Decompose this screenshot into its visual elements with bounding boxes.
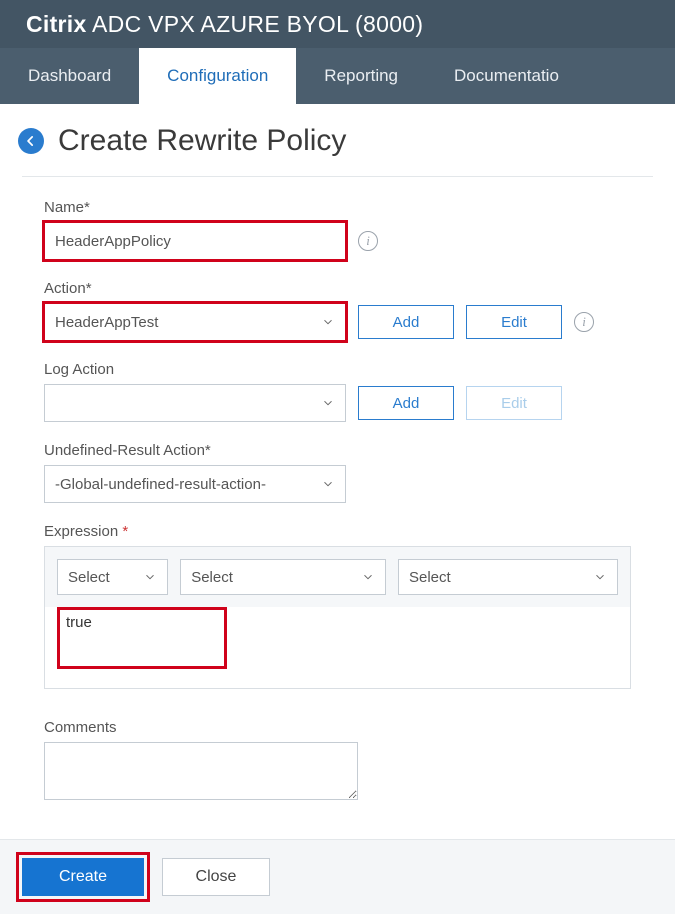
expression-label: Expression *: [44, 523, 631, 540]
log-action-add-button[interactable]: Add: [358, 386, 454, 420]
undef-select[interactable]: -Global-undefined-result-action-: [44, 465, 346, 503]
info-icon[interactable]: i: [358, 231, 378, 251]
action-label: Action*: [44, 280, 631, 297]
undef-label: Undefined-Result Action*: [44, 442, 631, 459]
log-action-label: Log Action: [44, 361, 631, 378]
expr-select-3[interactable]: Select: [398, 559, 618, 595]
brand-rest: ADC VPX AZURE BYOL (8000): [87, 11, 424, 37]
tab-reporting[interactable]: Reporting: [296, 48, 426, 104]
log-action-select[interactable]: [44, 384, 346, 422]
create-button[interactable]: Create: [22, 858, 144, 896]
page-title: Create Rewrite Policy: [58, 124, 346, 158]
comments-label: Comments: [44, 719, 631, 736]
action-select[interactable]: HeaderAppTest: [44, 303, 346, 341]
field-name: Name* i: [44, 199, 631, 260]
chevron-down-icon: [361, 570, 375, 584]
brand-bold: Citrix: [26, 11, 87, 37]
chevron-down-icon: [321, 396, 335, 410]
expr-select-1[interactable]: Select: [57, 559, 168, 595]
expression-toolbar: Select Select Select: [45, 547, 630, 607]
field-undef: Undefined-Result Action* -Global-undefin…: [44, 442, 631, 503]
footer: Create Close: [0, 839, 675, 914]
tab-configuration[interactable]: Configuration: [139, 48, 296, 104]
chevron-down-icon: [321, 315, 335, 329]
field-expression: Expression * Select Select Select: [44, 523, 631, 689]
brand: Citrix ADC VPX AZURE BYOL (8000): [26, 11, 423, 38]
log-action-edit-button: Edit: [466, 386, 562, 420]
undef-value: -Global-undefined-result-action-: [55, 476, 266, 493]
expression-textarea[interactable]: [57, 607, 227, 669]
field-log-action: Log Action Add Edit: [44, 361, 631, 422]
info-icon[interactable]: i: [574, 312, 594, 332]
name-label: Name*: [44, 199, 631, 216]
tab-dashboard[interactable]: Dashboard: [0, 48, 139, 104]
expr-select-2[interactable]: Select: [180, 559, 386, 595]
chevron-down-icon: [321, 477, 335, 491]
chevron-down-icon: [143, 570, 157, 584]
main-tabs: Dashboard Configuration Reporting Docume…: [0, 48, 675, 104]
arrow-left-icon: [24, 134, 38, 148]
form: Name* i Action* HeaderAppTest Add Edit i…: [22, 176, 653, 805]
tab-documentation[interactable]: Documentatio: [426, 48, 587, 104]
expression-container: Select Select Select: [44, 546, 631, 689]
chevron-down-icon: [593, 570, 607, 584]
field-action: Action* HeaderAppTest Add Edit i: [44, 280, 631, 341]
expression-body: [45, 607, 630, 688]
comments-textarea[interactable]: [44, 742, 358, 800]
action-edit-button[interactable]: Edit: [466, 305, 562, 339]
action-add-button[interactable]: Add: [358, 305, 454, 339]
page-title-row: Create Rewrite Policy: [0, 104, 675, 176]
close-button[interactable]: Close: [162, 858, 270, 896]
name-input[interactable]: [44, 222, 346, 260]
app-header: Citrix ADC VPX AZURE BYOL (8000): [0, 0, 675, 48]
action-value: HeaderAppTest: [55, 314, 158, 331]
field-comments: Comments: [44, 719, 631, 805]
back-button[interactable]: [18, 128, 44, 154]
